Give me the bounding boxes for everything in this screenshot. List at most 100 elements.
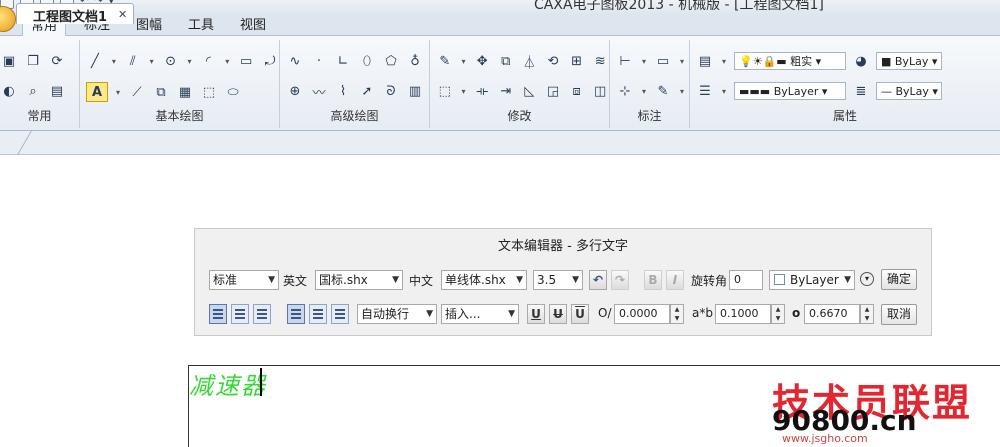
text-icon[interactable]: A (86, 82, 108, 102)
line-icon[interactable]: ╱ (86, 52, 104, 70)
undo-button[interactable]: ↶ (589, 270, 607, 290)
italic-button[interactable]: I (666, 270, 684, 290)
centerline-icon[interactable]: ⟋ (128, 83, 146, 101)
erase-icon[interactable]: ✎ (436, 52, 454, 70)
copy-icon[interactable]: ❐ (24, 52, 42, 70)
ok-button[interactable]: 确定 (881, 269, 917, 290)
linestyle-dropdown-icon[interactable]: ▾ (720, 82, 728, 100)
wave-icon[interactable]: 〰 (310, 82, 328, 101)
rotate-icon[interactable]: ⟲ (544, 52, 562, 70)
select-dropdown-icon[interactable]: ▾ (460, 82, 468, 100)
explode-icon[interactable]: ◫ (591, 82, 609, 100)
copy-objects-icon[interactable]: ⧉ (497, 52, 515, 70)
tab-view[interactable]: 视图 (232, 16, 274, 36)
align-center-button[interactable] (231, 304, 249, 324)
dot-icon[interactable]: · (310, 52, 328, 70)
text-dropdown-icon[interactable]: ▾ (114, 83, 122, 101)
layer-icon[interactable]: ▣ (0, 52, 18, 70)
linestyle-icon[interactable]: ☰ (696, 82, 714, 100)
lineweight-combo[interactable]: — ByLay ▾ (876, 82, 942, 100)
circle-dropdown-icon[interactable]: ▾ (186, 52, 194, 70)
arrow-icon[interactable]: ➚ (358, 82, 376, 100)
document-tab[interactable]: 工程图文档1 ✕ (16, 3, 134, 25)
valign-bottom-button[interactable] (331, 304, 349, 324)
point-icon[interactable]: ⬚ (200, 83, 218, 101)
text-height-select[interactable]: 3.5 ▼ (533, 270, 583, 290)
properties-icon[interactable]: ▤ (48, 82, 66, 100)
offset-icon[interactable]: ≋ (591, 52, 609, 70)
angle-line-icon[interactable]: ∟ (334, 52, 352, 70)
array-icon[interactable]: ⊞ (568, 52, 586, 70)
valign-middle-button[interactable] (309, 304, 327, 324)
linetype-combo[interactable]: ▬▬▬ ByLayer ▾ (734, 82, 846, 100)
dim-text-icon[interactable]: ▭ (654, 52, 672, 70)
layer-manager-icon[interactable]: ▤ (696, 52, 714, 70)
refresh-icon[interactable]: ⟳ (48, 52, 66, 70)
scale-icon[interactable]: ⧈ (568, 82, 586, 100)
valign-top-button[interactable] (287, 304, 305, 324)
zoom-icon[interactable]: ⌕ (24, 82, 42, 100)
chamfer-icon[interactable]: ◺ (521, 82, 539, 100)
tab-sheet[interactable]: 图幅 (128, 16, 170, 36)
more-options-icon[interactable]: ▾ (860, 272, 874, 286)
dimension-icon[interactable]: ⊢ (616, 52, 634, 70)
arc-icon[interactable]: ◜ (199, 52, 217, 70)
move-icon[interactable]: ✥ (473, 52, 491, 70)
layer-combo[interactable]: 💡☀🔒▬ 粗实 ▾ (734, 52, 846, 70)
overline-button[interactable]: U (571, 304, 589, 324)
layer-manager-dropdown-icon[interactable]: ▾ (720, 52, 728, 70)
parallel-line-icon[interactable]: ⫽ (124, 52, 142, 70)
fillet-icon[interactable]: ◲ (544, 82, 562, 100)
cancel-button[interactable]: 取消 (881, 304, 917, 325)
oblique-spinner[interactable]: ▲ ▼ (670, 304, 684, 324)
spacing-spinner[interactable]: ▲ ▼ (860, 304, 874, 324)
spline-icon[interactable]: ∿ (286, 52, 304, 70)
insert-select[interactable]: 插入... ▼ (441, 304, 519, 324)
bold-button[interactable]: B (644, 270, 662, 290)
tab-tools[interactable]: 工具 (180, 16, 222, 36)
chinese-font-select[interactable]: 单线体.shx ▼ (441, 270, 527, 290)
arc-dropdown-icon[interactable]: ▾ (223, 52, 231, 70)
english-font-select[interactable]: 国标.shx ▼ (315, 270, 403, 290)
polyline-icon[interactable]: ⤾ (261, 52, 279, 70)
hole-icon[interactable]: ⊕ (286, 82, 304, 100)
dim-text-dropdown-icon[interactable]: ▾ (678, 52, 686, 70)
edit-dim-icon[interactable]: ✎ (654, 82, 672, 100)
ellipse-icon[interactable]: ⬯ (358, 52, 376, 70)
dimension-dropdown-icon[interactable]: ▾ (640, 52, 648, 70)
rectangle-icon[interactable]: ▭ (237, 52, 255, 70)
color-wheel-icon[interactable]: ◕ (852, 52, 870, 70)
table-icon[interactable]: ▥ (406, 82, 424, 100)
image-icon[interactable]: ⬭ (224, 83, 242, 101)
extend-icon[interactable]: ⇥ (497, 82, 515, 100)
spring-icon[interactable]: ᘐ (382, 82, 400, 100)
width-factor-spinner[interactable]: ▲ ▼ (771, 304, 785, 324)
pan-icon[interactable]: ◐ (0, 82, 18, 100)
select-icon[interactable]: ⬚ (436, 82, 454, 100)
align-right-button[interactable] (253, 304, 271, 324)
underline-button[interactable]: U (527, 304, 545, 324)
trim-icon[interactable]: ⟛ (473, 82, 491, 100)
rotation-input[interactable]: 0 (729, 270, 763, 290)
line-dropdown-icon[interactable]: ▾ (110, 52, 118, 70)
mirror-icon[interactable]: ⏃ (521, 52, 539, 71)
break-line-icon[interactable]: ⌇ (334, 82, 352, 100)
spacing-input[interactable]: 0.6670 (804, 304, 860, 324)
align-left-button[interactable] (209, 304, 227, 324)
blob-icon[interactable]: ♁ (406, 52, 424, 70)
erase-dropdown-icon[interactable]: ▾ (460, 52, 468, 70)
edit-dim-dropdown-icon[interactable]: ▾ (678, 82, 686, 100)
lineweight-icon[interactable]: ≣ (852, 82, 870, 100)
coordinate-dim-icon[interactable]: ⊹ (616, 82, 634, 100)
redo-button[interactable]: ↷ (611, 270, 629, 290)
circle-icon[interactable]: ⊙ (162, 52, 180, 70)
hatch-icon[interactable]: ⧉ (152, 83, 170, 101)
color-combo[interactable]: ■ ByLay ▾ (876, 52, 942, 70)
parallel-dropdown-icon[interactable]: ▾ (148, 52, 156, 70)
text-style-select[interactable]: 标准 ▼ (209, 270, 279, 290)
wrap-mode-select[interactable]: 自动换行 ▼ (357, 304, 437, 324)
polygon-icon[interactable]: ⬠ (382, 52, 400, 70)
coordinate-dropdown-icon[interactable]: ▾ (640, 82, 648, 100)
oblique-input[interactable]: 0.0000 (614, 304, 670, 324)
block-icon[interactable]: ▦ (176, 83, 194, 101)
